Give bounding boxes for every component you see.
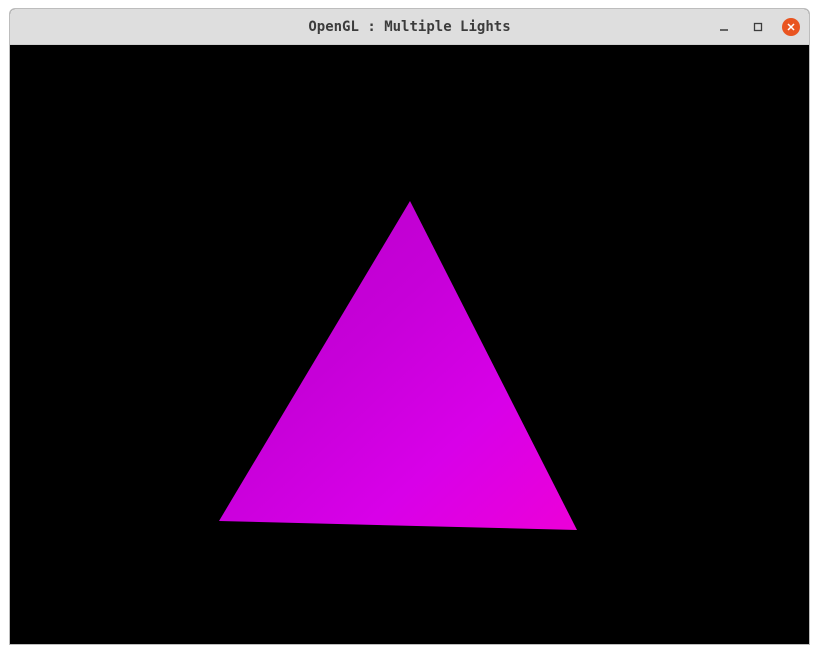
minimize-button[interactable] [715, 18, 733, 36]
maximize-icon [753, 22, 763, 32]
maximize-button[interactable] [749, 18, 767, 36]
close-icon [787, 23, 795, 31]
lit-triangle [219, 201, 577, 530]
gl-viewport[interactable] [10, 45, 809, 644]
title-bar[interactable]: OpenGL : Multiple Lights [10, 9, 809, 45]
minimize-icon [720, 29, 728, 31]
render-canvas [219, 201, 577, 530]
close-button[interactable] [782, 18, 800, 36]
app-window: OpenGL : Multiple Lights [9, 8, 810, 645]
window-title: OpenGL : Multiple Lights [308, 19, 511, 35]
